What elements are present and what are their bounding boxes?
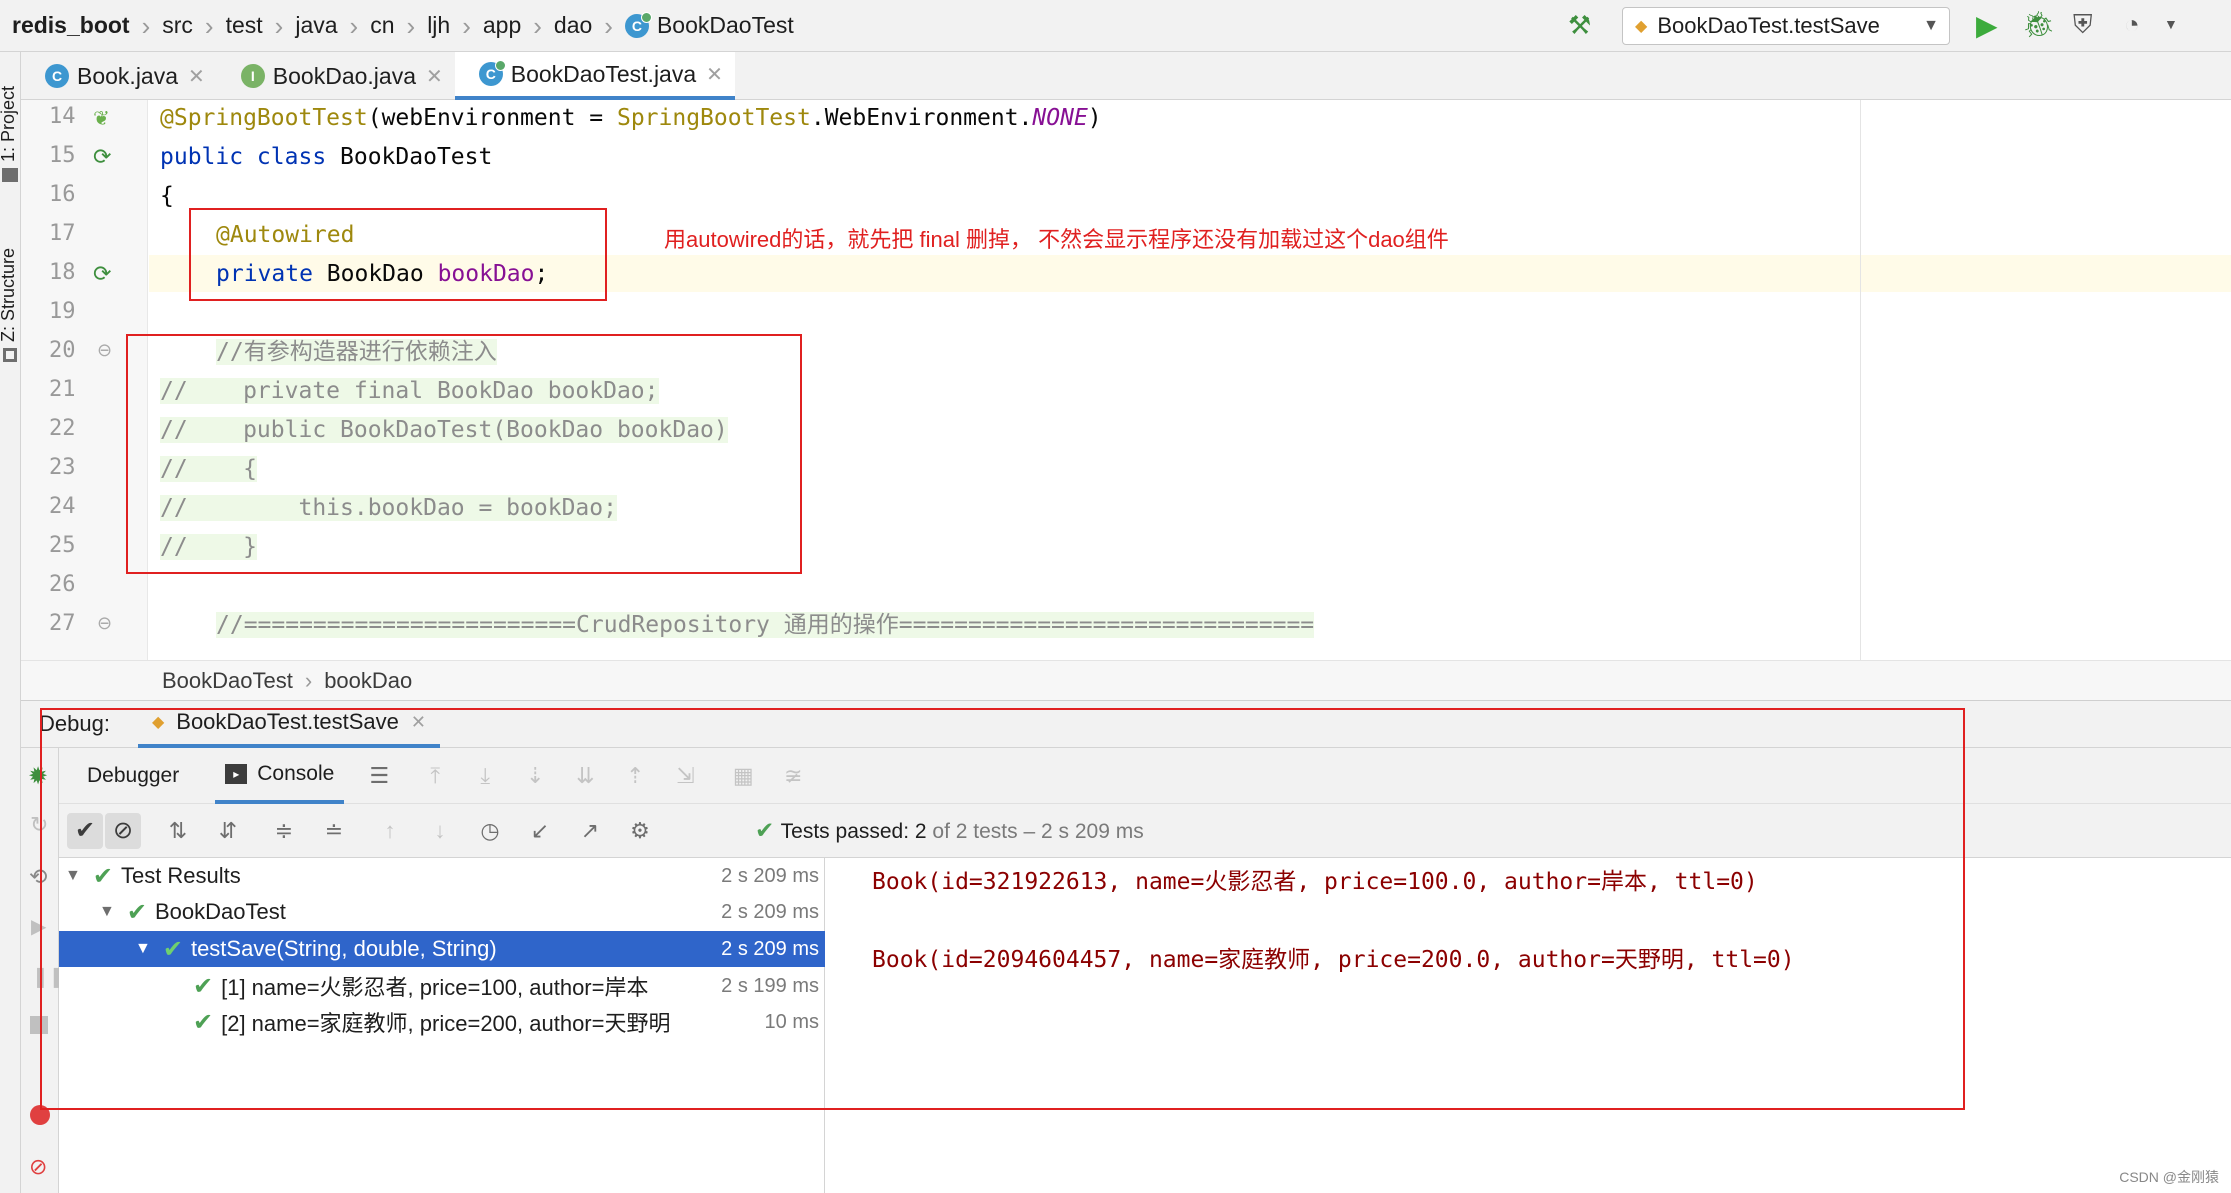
breadcrumb-ljh[interactable]: ljh xyxy=(415,0,450,52)
bean-autowire-gutter-icon[interactable]: ⟳ xyxy=(93,261,111,287)
fold-icon[interactable]: ⊖ xyxy=(97,613,112,634)
line-number: 21 xyxy=(49,377,76,402)
tab-bookdaotest-java[interactable]: C BookDaoTest.java ✕ xyxy=(454,52,735,100)
close-icon[interactable]: ✕ xyxy=(426,64,443,89)
breadcrumb-file[interactable]: C BookDaoTest xyxy=(613,0,794,52)
close-icon[interactable]: ✕ xyxy=(706,62,723,87)
debug-icon[interactable]: 🐞︎ xyxy=(2022,9,2055,40)
chevron-right-icon: › xyxy=(204,10,214,41)
code-line-14: @SpringBootTest(webEnvironment = SpringB… xyxy=(160,105,1102,131)
breadcrumb-test[interactable]: test xyxy=(214,0,263,52)
project-tool-tab[interactable]: 1: Project xyxy=(0,86,19,162)
run-configuration-label: BookDaoTest.testSave xyxy=(1657,13,1880,38)
editor-breadcrumb-field[interactable]: bookDao xyxy=(324,668,412,694)
chevron-right-icon: › xyxy=(462,10,471,41)
line-number: 17 xyxy=(49,221,76,246)
interface-icon: I xyxy=(240,64,265,88)
build-hammer-icon[interactable]: ⚒ xyxy=(1568,10,1591,41)
chevron-down-icon: ▼ xyxy=(1923,17,1939,34)
code-line-15: public class BookDaoTest xyxy=(160,144,493,170)
code-line-27: //========================CrudRepository… xyxy=(216,612,1315,638)
annotation-note: 用autowired的话，就先把 final 删掉， 不然会显示程序还没有加载过… xyxy=(664,227,1449,252)
breadcrumb-project[interactable]: redis_boot xyxy=(0,0,130,52)
test-class-icon: C xyxy=(478,60,506,86)
class-icon: C xyxy=(45,64,69,88)
fold-icon[interactable]: ⊖ xyxy=(97,340,112,361)
chevron-right-icon: › xyxy=(349,10,359,41)
line-number: 25 xyxy=(49,533,76,558)
editor-tabs: C Book.java ✕ I BookDao.java ✕ C BookDao… xyxy=(21,52,2231,100)
line-number: 24 xyxy=(49,494,76,519)
run-configuration-select[interactable]: ◆ BookDaoTest.testSave ▼ xyxy=(1622,7,1950,45)
line-number: 22 xyxy=(49,416,76,441)
tab-book-java[interactable]: C Book.java ✕ xyxy=(21,52,217,100)
watermark: CSDN @金刚猿 xyxy=(2119,1169,2219,1185)
spring-leaf-icon[interactable]: ❦ xyxy=(93,106,110,131)
folder-icon xyxy=(2,168,18,182)
chevron-right-icon: › xyxy=(406,10,416,41)
editor-breadcrumb: BookDaoTest › bookDao xyxy=(21,660,2231,700)
tab-bookdao-java[interactable]: I BookDao.java ✕ xyxy=(217,52,455,100)
mute-breakpoints-icon[interactable]: ⊘ xyxy=(29,1154,47,1180)
run-icon[interactable]: ▶ xyxy=(1976,9,1998,42)
line-number: 19 xyxy=(49,299,76,324)
breadcrumb-app[interactable]: app xyxy=(471,0,521,52)
breadcrumb-src[interactable]: src xyxy=(150,0,193,52)
breadcrumb-java[interactable]: java xyxy=(283,0,337,52)
code-line-16: { xyxy=(160,183,174,209)
line-number: 23 xyxy=(49,455,76,480)
chevron-right-icon: › xyxy=(533,10,542,41)
structure-icon xyxy=(3,348,17,362)
ide-window: redis_boot › src › test › java › cn › lj… xyxy=(0,0,2231,1193)
right-margin-guide xyxy=(1860,100,1861,660)
chevron-right-icon: › xyxy=(604,10,613,41)
run-test-gutter-icon[interactable]: ⟳ xyxy=(93,144,111,170)
line-number: 16 xyxy=(49,182,76,207)
breadcrumb-dao[interactable]: dao xyxy=(542,0,592,52)
structure-tool-tab[interactable]: Z: Structure xyxy=(0,248,19,342)
chevron-down-icon[interactable]: ▼ xyxy=(2164,16,2178,32)
annotation-box-debug xyxy=(40,708,1965,1110)
chevron-right-icon: › xyxy=(141,10,151,41)
annotation-box-autowired xyxy=(189,208,607,301)
tool-window-strip: 1: Project Z: Structure xyxy=(0,52,21,1193)
tab-label: BookDao.java xyxy=(272,62,416,89)
navigation-bar: redis_boot › src › test › java › cn › lj… xyxy=(0,0,2231,52)
chevron-right-icon: › xyxy=(274,10,284,41)
editor-breadcrumb-class[interactable]: BookDaoTest xyxy=(162,668,293,694)
close-icon[interactable]: ✕ xyxy=(188,64,205,89)
tab-label: Book.java xyxy=(77,62,179,89)
tab-label: BookDaoTest.java xyxy=(510,60,697,87)
test-config-icon: ◆ xyxy=(1635,18,1648,35)
annotation-box-constructor xyxy=(126,334,802,574)
breadcrumb-file-label: BookDaoTest xyxy=(656,12,794,38)
line-number: 26 xyxy=(49,572,76,597)
chevron-right-icon: › xyxy=(304,667,313,693)
breadcrumb-cn[interactable]: cn xyxy=(358,0,394,52)
coverage-icon[interactable]: ⛨ xyxy=(2073,9,2093,41)
test-class-icon: C xyxy=(624,11,652,38)
profiler-icon[interactable]: ◔ xyxy=(2124,9,2140,40)
